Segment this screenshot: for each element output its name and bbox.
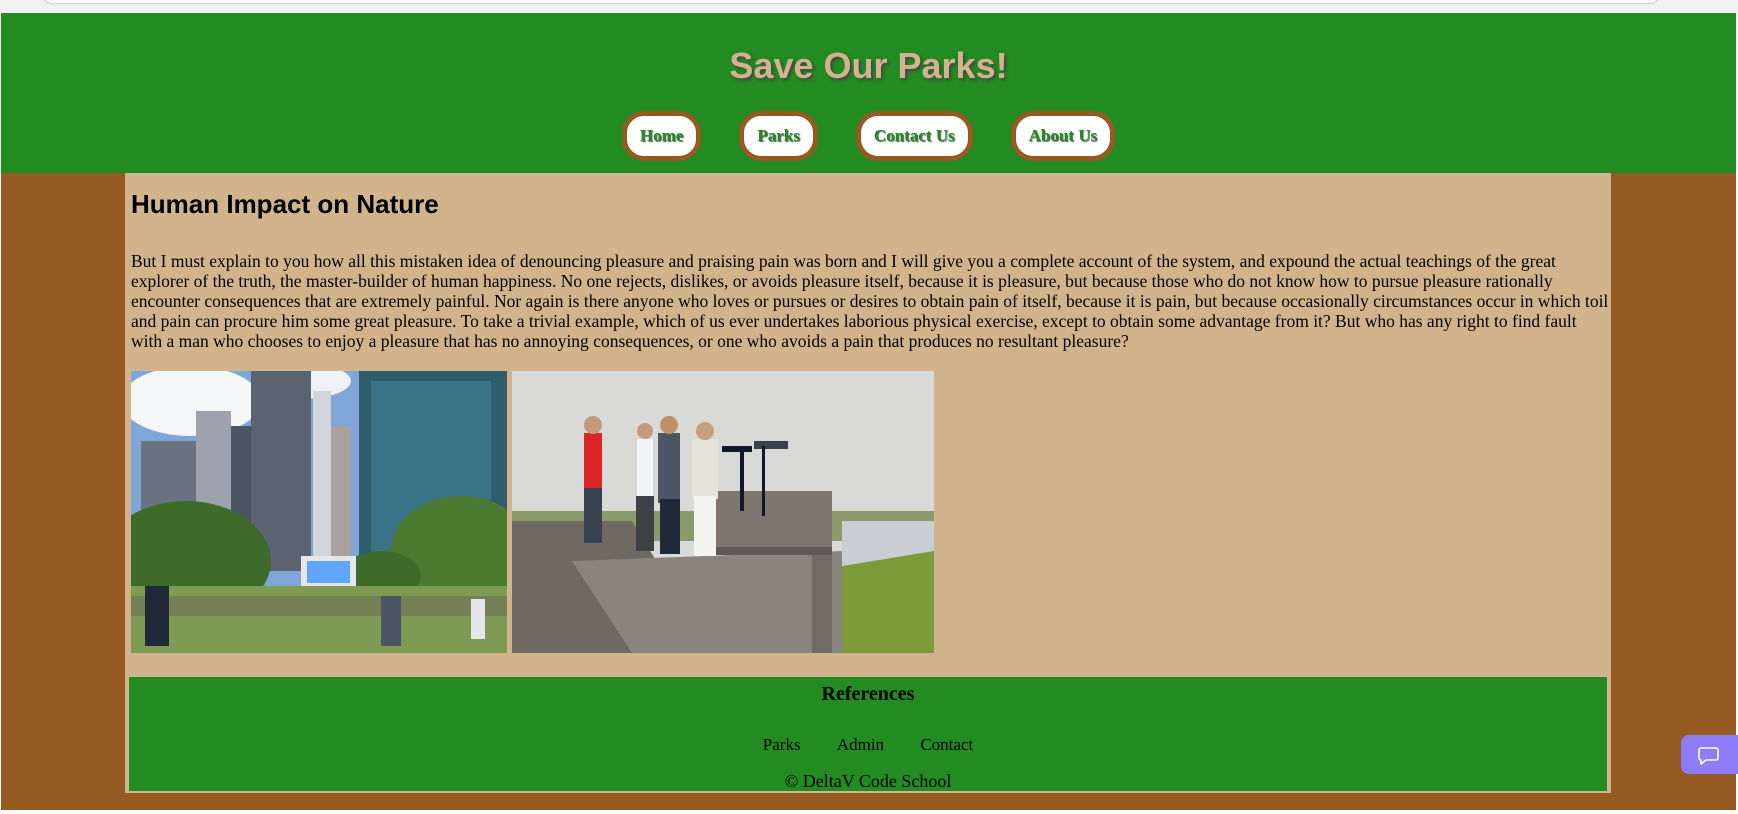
browser-top-strip bbox=[0, 0, 1738, 13]
address-bar-edge bbox=[42, 0, 1660, 4]
site-header: Save Our Parks! Home Parks Contact Us Ab… bbox=[1, 13, 1736, 173]
main-content: Human Impact on Nature But I must explai… bbox=[125, 173, 1611, 793]
footer-link-parks[interactable]: Parks bbox=[763, 735, 801, 755]
chat-icon bbox=[1698, 747, 1719, 765]
nav-about-us-button[interactable]: About Us bbox=[1010, 111, 1116, 161]
nav-parks-button[interactable]: Parks bbox=[739, 111, 818, 161]
article-body: But I must explain to you how all this m… bbox=[131, 251, 1609, 351]
city-park-photo bbox=[131, 371, 507, 653]
footer-link-admin[interactable]: Admin bbox=[837, 735, 884, 755]
nav-home-button[interactable]: Home bbox=[621, 111, 702, 161]
footer-links: Parks Admin Contact bbox=[129, 735, 1607, 755]
nav-contact-us-button[interactable]: Contact Us bbox=[855, 111, 973, 161]
site-title: Save Our Parks! bbox=[729, 45, 1008, 86]
page: Save Our Parks! Home Parks Contact Us Ab… bbox=[1, 13, 1736, 810]
copyright-text: © DeltaV Code School bbox=[784, 771, 952, 791]
birdwatchers-photo bbox=[512, 371, 934, 653]
main-nav: Home Parks Contact Us About Us bbox=[1, 111, 1736, 161]
chat-button[interactable] bbox=[1681, 735, 1738, 774]
article-heading: Human Impact on Nature bbox=[131, 189, 439, 219]
references-heading: References bbox=[821, 683, 915, 705]
references-footer: References Parks Admin Contact © DeltaV … bbox=[129, 677, 1607, 791]
footer-link-contact[interactable]: Contact bbox=[920, 735, 973, 755]
